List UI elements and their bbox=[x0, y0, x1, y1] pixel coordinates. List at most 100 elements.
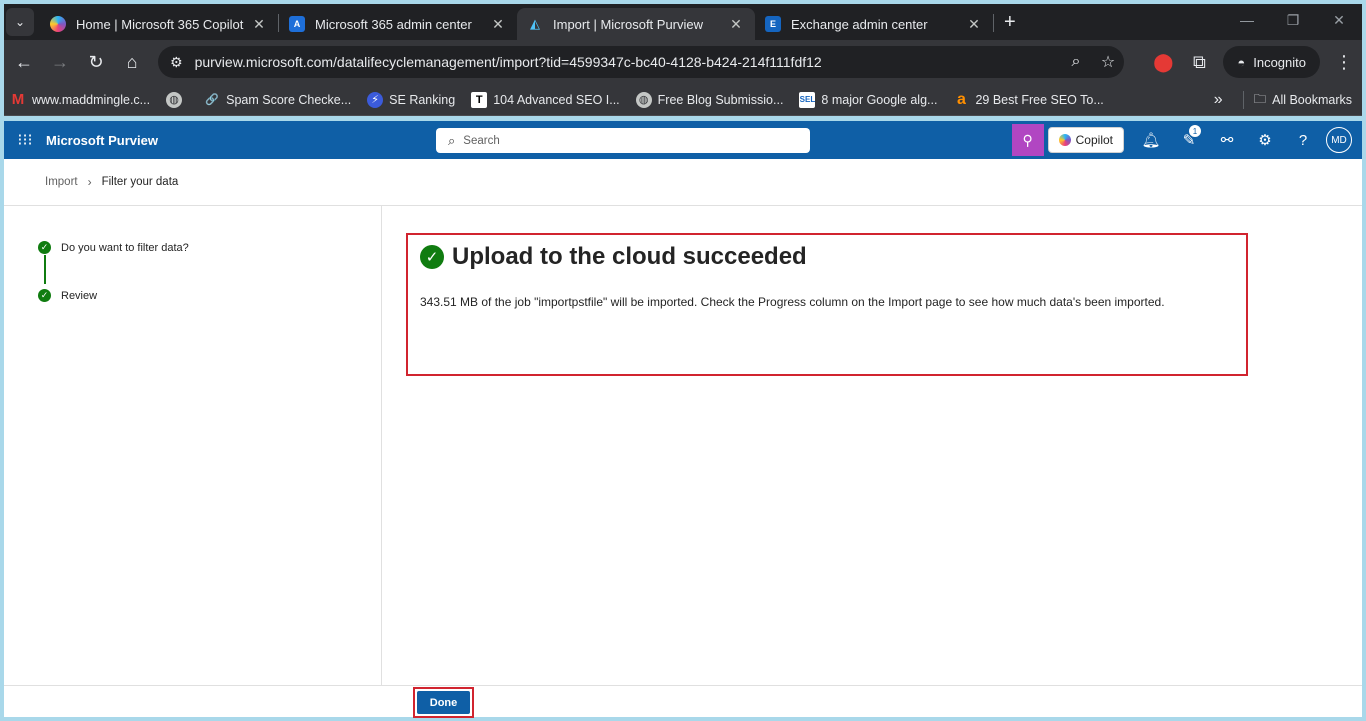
tab-admin-center[interactable]: A Microsoft 365 admin center ✕ bbox=[279, 8, 517, 40]
site-info-icon[interactable]: ⚙ bbox=[170, 54, 183, 71]
whats-new-icon[interactable]: ✎ 1 bbox=[1170, 125, 1208, 149]
t-icon: T bbox=[471, 91, 488, 108]
address-bar[interactable]: ⚙ purview.microsoft.com/datalifecycleman… bbox=[158, 46, 1124, 78]
bookmark-item[interactable]: T 104 Advanced SEO I... bbox=[471, 91, 620, 108]
checkmark-icon: ✓ bbox=[38, 241, 51, 254]
globe-icon: ◍ bbox=[635, 91, 652, 108]
incognito-icon: ◓ bbox=[1237, 54, 1246, 70]
restore-icon[interactable]: ❐ bbox=[1270, 4, 1316, 36]
search-icon: ⌕ bbox=[448, 132, 456, 148]
incognito-indicator[interactable]: ◓ Incognito bbox=[1223, 46, 1320, 78]
breadcrumb: Import › Filter your data bbox=[45, 175, 178, 189]
bookmark-label: Free Blog Submissio... bbox=[657, 92, 784, 107]
chevron-right-icon: › bbox=[87, 175, 92, 189]
menu-icon[interactable]: ⋮ bbox=[1326, 44, 1362, 80]
window-controls: — ❐ ✕ bbox=[1224, 4, 1362, 36]
success-description: 343.51 MB of the job "importpstfile" wil… bbox=[420, 295, 1165, 309]
tab-title: Microsoft 365 admin center bbox=[315, 16, 472, 32]
bookmark-label: Spam Score Checke... bbox=[226, 92, 352, 107]
main-content: Import › Filter your data ✓ Do you want … bbox=[4, 159, 1362, 718]
bookmark-item[interactable]: ◍ Free Blog Submissio... bbox=[635, 91, 784, 108]
settings-gear-icon[interactable]: ⚙ bbox=[1246, 131, 1284, 149]
bookmark-label: SE Ranking bbox=[389, 92, 456, 107]
globe-icon: ◍ bbox=[166, 91, 183, 108]
tab-exchange[interactable]: E Exchange admin center ✕ bbox=[755, 8, 993, 40]
more-bookmarks-icon[interactable]: » bbox=[1214, 91, 1223, 109]
step-review[interactable]: ✓ Review bbox=[38, 289, 97, 302]
bookmark-item[interactable]: SEL 8 major Google alg... bbox=[799, 91, 937, 108]
folder-icon: 🗀 bbox=[1253, 91, 1267, 106]
step-label: Do you want to filter data? bbox=[61, 241, 189, 254]
breadcrumb-current: Filter your data bbox=[101, 176, 179, 188]
copilot-button[interactable]: Copilot bbox=[1047, 127, 1124, 153]
bookmark-item[interactable]: ◍ bbox=[166, 91, 188, 108]
ahrefs-icon: a bbox=[957, 90, 966, 108]
bookmark-item[interactable]: ⚡ SE Ranking bbox=[367, 91, 456, 108]
success-title: Upload to the cloud succeeded bbox=[452, 243, 807, 270]
bookmark-item[interactable]: M www.maddmingle.c... bbox=[10, 91, 151, 108]
admin-center-icon: A bbox=[289, 16, 305, 32]
bookmark-label: www.maddmingle.c... bbox=[32, 92, 151, 107]
sel-icon: SEL bbox=[799, 91, 816, 108]
tab-purview[interactable]: ◭ Import | Microsoft Purview ✕ bbox=[517, 8, 755, 40]
close-icon[interactable]: ✕ bbox=[727, 16, 745, 33]
tab-title: Home | Microsoft 365 Copilot bbox=[76, 16, 244, 32]
extensions-puzzle-icon[interactable]: ⧉ bbox=[1181, 44, 1217, 80]
bookmarks-right: » 🗀 All Bookmarks bbox=[1214, 84, 1352, 116]
back-icon[interactable]: ← bbox=[6, 44, 42, 80]
notification-badge: 1 bbox=[1189, 125, 1201, 137]
tab-title: Import | Microsoft Purview bbox=[553, 16, 704, 32]
avatar[interactable]: MD bbox=[1326, 127, 1352, 153]
bookmark-label: 29 Best Free SEO To... bbox=[975, 92, 1104, 107]
copilot-icon bbox=[1058, 134, 1071, 146]
search-input[interactable]: ⌕ Search bbox=[436, 128, 810, 153]
bookmark-item[interactable]: 🔗 Spam Score Checke... bbox=[204, 92, 351, 108]
tab-search-button[interactable]: ⌄ bbox=[6, 8, 34, 36]
copilot-icon bbox=[50, 16, 66, 32]
checkmark-icon: ✓ bbox=[38, 289, 51, 302]
gmail-icon: M bbox=[11, 91, 25, 108]
share-icon[interactable]: ⚯ bbox=[1208, 131, 1246, 149]
new-tab-icon[interactable]: + bbox=[1004, 11, 1016, 34]
breadcrumb-import[interactable]: Import bbox=[45, 176, 78, 188]
tab-title: Exchange admin center bbox=[791, 16, 928, 32]
home-icon[interactable]: ⌂ bbox=[114, 44, 150, 80]
copilot-label: Copilot bbox=[1075, 133, 1113, 147]
bookmark-label: 104 Advanced SEO I... bbox=[493, 92, 620, 107]
bookmark-item[interactable]: a 29 Best Free SEO To... bbox=[953, 90, 1104, 108]
step-connector bbox=[44, 255, 46, 284]
se-ranking-icon: ⚡ bbox=[367, 91, 384, 108]
app-header: ⁝⁝⁝ Microsoft Purview ⌕ Search ⚲ Copilot… bbox=[4, 121, 1362, 159]
minimize-icon[interactable]: — bbox=[1224, 4, 1270, 36]
bell-icon[interactable]: 🔔︎ bbox=[1132, 131, 1170, 149]
bookmark-star-icon[interactable]: ☆ bbox=[1092, 52, 1124, 72]
exchange-icon: E bbox=[765, 16, 781, 32]
incognito-label: Incognito bbox=[1253, 54, 1306, 70]
help-icon[interactable]: ? bbox=[1284, 132, 1322, 149]
app-name[interactable]: Microsoft Purview bbox=[46, 133, 158, 148]
url-text[interactable]: purview.microsoft.com/datalifecyclemanag… bbox=[195, 54, 1060, 70]
success-message-panel: ✓ Upload to the cloud succeeded 343.51 M… bbox=[406, 233, 1248, 376]
close-icon[interactable]: ✕ bbox=[489, 16, 507, 33]
done-button[interactable]: Done bbox=[417, 691, 470, 714]
tab-copilot[interactable]: Home | Microsoft 365 Copilot ✕ bbox=[40, 8, 278, 40]
step-filter-data[interactable]: ✓ Do you want to filter data? bbox=[38, 241, 189, 254]
done-button-highlight: Done bbox=[413, 687, 474, 718]
extension-icon[interactable]: ⬤ bbox=[1145, 44, 1181, 80]
close-icon[interactable]: ✕ bbox=[965, 16, 983, 33]
app-launcher-icon[interactable]: ⁝⁝⁝ bbox=[10, 130, 40, 150]
tab-divider bbox=[993, 14, 994, 32]
header-divider bbox=[4, 205, 1362, 206]
all-bookmarks-link[interactable]: All Bookmarks bbox=[1272, 93, 1352, 107]
search-placeholder: Search bbox=[463, 134, 500, 147]
zoom-icon[interactable]: ⌕ bbox=[1060, 53, 1092, 71]
panel-divider bbox=[381, 206, 382, 685]
success-check-icon: ✓ bbox=[420, 245, 444, 269]
forward-icon[interactable]: → bbox=[42, 44, 78, 80]
security-copilot-icon[interactable]: ⚲ bbox=[1011, 124, 1044, 156]
reload-icon[interactable]: ↻ bbox=[78, 44, 114, 80]
close-icon[interactable]: ✕ bbox=[250, 16, 268, 33]
step-label: Review bbox=[61, 289, 98, 302]
close-window-icon[interactable]: ✕ bbox=[1316, 4, 1362, 36]
toolbar-actions: ⬤ ⧉ ◓ Incognito ⋮ bbox=[1145, 40, 1362, 84]
